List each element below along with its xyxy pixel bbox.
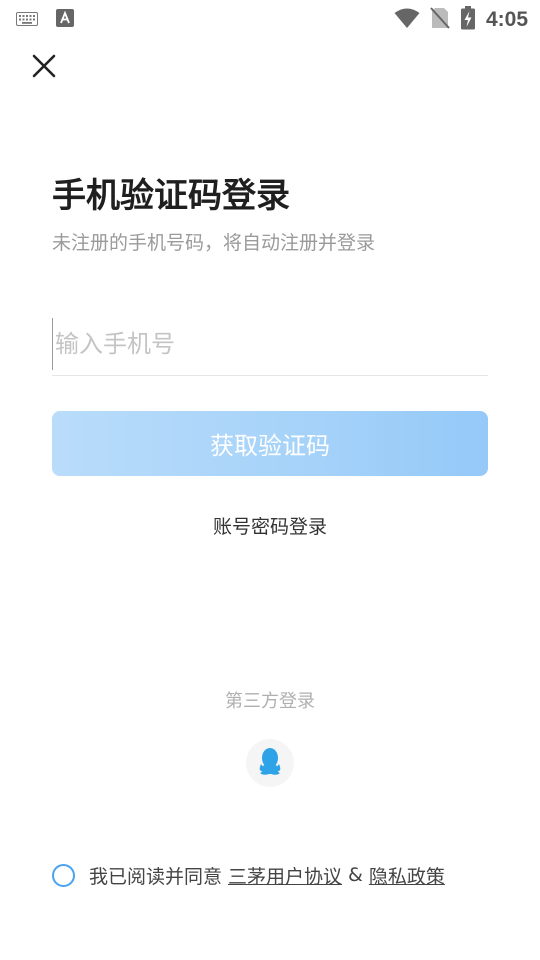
text-a-icon xyxy=(56,9,74,31)
password-login-link[interactable]: 账号密码登录 xyxy=(213,516,327,538)
user-agreement-link[interactable]: 三茅用户协议 xyxy=(228,862,342,889)
status-time: 4:05 xyxy=(485,8,528,31)
agreement-row: 我已阅读并同意 三茅用户协议 & 隐私政策 xyxy=(52,860,445,890)
status-bar-left xyxy=(16,9,74,31)
battery-charging-icon xyxy=(460,6,476,34)
agreement-prefix: 我已阅读并同意 xyxy=(89,865,223,888)
page-title: 手机验证码登录 xyxy=(52,176,290,216)
qq-icon xyxy=(257,747,283,779)
no-sim-icon xyxy=(430,7,450,33)
get-code-button[interactable]: 获取验证码 xyxy=(52,411,488,476)
close-button[interactable] xyxy=(28,52,60,84)
qq-login-button[interactable] xyxy=(246,739,294,787)
password-login-row: 账号密码登录 xyxy=(0,512,540,539)
phone-input[interactable] xyxy=(52,318,488,370)
wifi-icon xyxy=(394,7,420,33)
privacy-policy-link[interactable]: 隐私政策 xyxy=(369,862,445,889)
agreement-checkbox[interactable] xyxy=(52,863,75,887)
phone-input-container xyxy=(52,318,488,376)
keyboard-icon xyxy=(16,11,38,30)
status-bar-right: 4:05 xyxy=(394,6,528,34)
page-subtitle: 未注册的手机号码，将自动注册并登录 xyxy=(52,232,376,254)
agreement-separator: & xyxy=(348,864,363,886)
status-bar: 4:05 xyxy=(0,0,540,36)
close-icon xyxy=(31,53,57,83)
third-party-title: 第三方登录 xyxy=(225,691,315,712)
